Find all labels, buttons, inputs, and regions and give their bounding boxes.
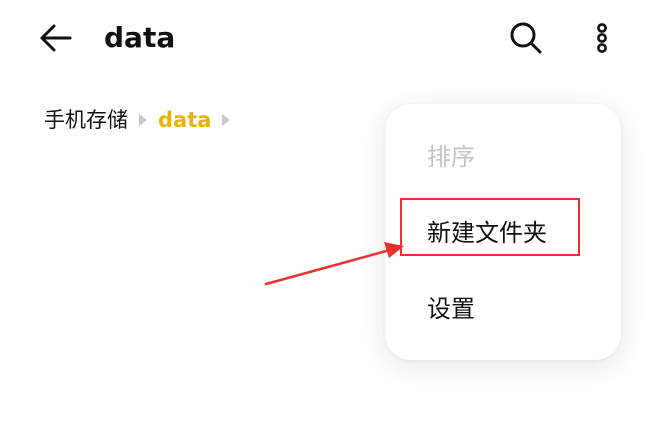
file-manager-screen: data 手机存储 data 排序 新建文件夹 设置	[0, 0, 650, 425]
back-button[interactable]	[34, 18, 78, 58]
triangle-right-icon	[139, 114, 147, 126]
breadcrumb: 手机存储 data	[44, 104, 241, 136]
menu-item-sort: 排序	[427, 143, 475, 171]
breadcrumb-item-data[interactable]: data	[158, 104, 211, 136]
triangle-right-icon	[222, 114, 231, 126]
top-app-bar: data	[0, 0, 650, 78]
search-button[interactable]	[504, 16, 548, 60]
breadcrumb-separator	[211, 104, 241, 136]
breadcrumb-item-phone-storage[interactable]: 手机存储	[44, 104, 128, 136]
more-vertical-icon	[597, 23, 607, 53]
breadcrumb-separator	[128, 104, 158, 136]
annotation-highlight-box	[400, 198, 580, 256]
arrow-left-icon	[40, 24, 72, 52]
more-options-button[interactable]	[582, 16, 622, 60]
menu-item-settings[interactable]: 设置	[427, 292, 475, 326]
search-icon	[510, 22, 542, 54]
page-title: data	[104, 21, 176, 54]
